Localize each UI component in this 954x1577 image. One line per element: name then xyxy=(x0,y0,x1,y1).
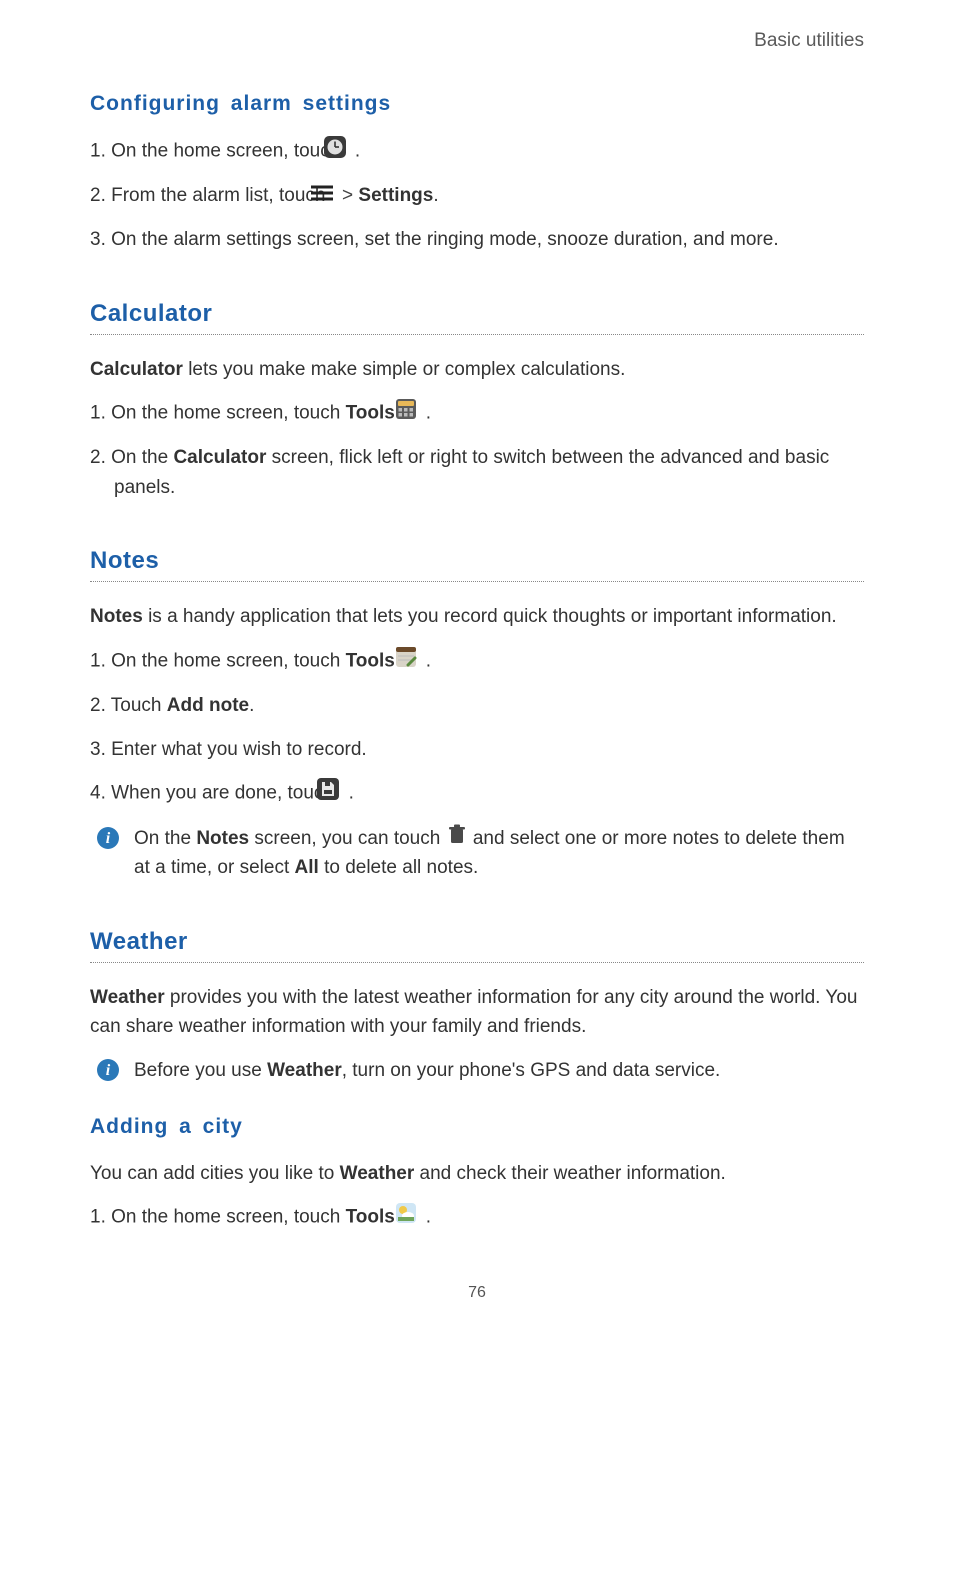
step-text: 4. When you are done, touch xyxy=(90,783,339,804)
tools-label: Tools xyxy=(346,651,395,672)
info-text: , turn on your phone's GPS and data serv… xyxy=(342,1060,721,1081)
notes-heading: Notes xyxy=(90,547,864,582)
calculator-bold: Calculator xyxy=(90,359,183,380)
notes-intro: Notes is a handy application that lets y… xyxy=(90,602,864,631)
step-text: . xyxy=(349,783,354,804)
settings-label: Settings xyxy=(358,185,433,206)
calculator-step-1: 1. On the home screen, touch Tools > . xyxy=(90,398,864,429)
tools-label: Tools xyxy=(346,1207,395,1228)
step-text: . xyxy=(426,1207,431,1228)
info-icon: i xyxy=(96,1058,120,1091)
step-text: 1. On the home screen, touch xyxy=(90,1207,346,1228)
notes-step-4: 4. When you are done, touch . xyxy=(90,778,864,809)
intro-text: You can add cities you like to xyxy=(90,1163,340,1184)
info-icon: i xyxy=(96,826,120,859)
notes-bold: Notes xyxy=(90,606,143,627)
step-text: 1. On the home screen, touch xyxy=(90,651,346,672)
info-text: Before you use xyxy=(134,1060,267,1081)
step-gt: > xyxy=(342,185,358,206)
step-text: . xyxy=(433,185,438,206)
notes-step-1: 1. On the home screen, touch Tools > . xyxy=(90,646,864,677)
all-label: All xyxy=(295,857,319,878)
trash-icon xyxy=(448,824,466,853)
page-header: Basic utilities xyxy=(90,30,864,52)
weather-heading: Weather xyxy=(90,928,864,963)
step-text: . xyxy=(249,695,254,716)
calculator-intro: Calculator lets you make make simple or … xyxy=(90,355,864,384)
notes-intro-rest: is a handy application that lets you rec… xyxy=(143,606,837,627)
calculator-step-2: 2. On the Calculator screen, flick left … xyxy=(90,443,864,502)
notes-bold2: Notes xyxy=(196,828,249,849)
alarm-step-3: 3. On the alarm settings screen, set the… xyxy=(90,225,864,254)
notes-info-note: i On the Notes screen, you can touch and… xyxy=(90,824,864,883)
weather-step-1: 1. On the home screen, touch Tools > . xyxy=(90,1202,864,1233)
step-text: . xyxy=(426,651,431,672)
weather-intro: Weather provides you with the latest wea… xyxy=(90,983,864,1042)
step-text: . xyxy=(355,141,360,162)
step-text: 1. On the home screen, touch xyxy=(90,403,346,424)
page-number: 76 xyxy=(90,1284,864,1302)
svg-text:i: i xyxy=(106,830,111,847)
weather-intro-rest: provides you with the latest weather inf… xyxy=(90,987,857,1037)
step-text: 2. From the alarm list, touch xyxy=(90,185,331,206)
calculator-bold2: Calculator xyxy=(173,447,266,468)
weather-bold: Weather xyxy=(90,987,165,1008)
step-text: . xyxy=(426,403,431,424)
svg-text:i: i xyxy=(106,1062,111,1079)
intro-text: and check their weather information. xyxy=(414,1163,726,1184)
notes-step-2: 2. Touch Add note. xyxy=(90,691,864,720)
alarm-step-1: 1. On the home screen, touch . xyxy=(90,136,864,167)
add-note-label: Add note xyxy=(167,695,249,716)
step-text: 2. On the xyxy=(90,447,173,468)
weather-bold3: Weather xyxy=(340,1163,415,1184)
step-text: 1. On the home screen, touch xyxy=(90,141,346,162)
calculator-intro-rest: lets you make make simple or complex cal… xyxy=(183,359,625,380)
weather-bold2: Weather xyxy=(267,1060,342,1081)
info-text: screen, you can touch xyxy=(249,828,445,849)
notes-step-3: 3. Enter what you wish to record. xyxy=(90,735,864,764)
alarm-step-2: 2. From the alarm list, touch > Settings… xyxy=(90,181,864,211)
info-text: On the xyxy=(134,828,196,849)
tools-label: Tools xyxy=(346,403,395,424)
adding-city-intro: You can add cities you like to Weather a… xyxy=(90,1159,864,1188)
info-text: to delete all notes. xyxy=(319,857,479,878)
step-text: 2. Touch xyxy=(90,695,167,716)
weather-info-note: i Before you use Weather, turn on your p… xyxy=(90,1056,864,1085)
adding-city-heading: Adding a city xyxy=(90,1115,864,1139)
menu-icon xyxy=(333,182,335,211)
calculator-heading: Calculator xyxy=(90,300,864,335)
alarm-heading: Configuring alarm settings xyxy=(90,92,864,116)
